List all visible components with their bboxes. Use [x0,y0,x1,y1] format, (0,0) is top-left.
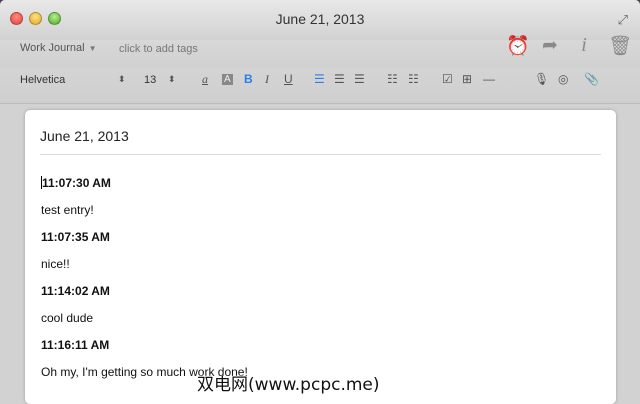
font-stepper-icon[interactable]: ⬍ [118,74,126,85]
align-left-icon[interactable]: ☰ [314,72,325,86]
entry-time-4: 11:16:11 AM [41,338,110,352]
info-icon[interactable]: i [574,34,594,58]
camera-icon[interactable]: ◎ [558,72,568,86]
page-title: June 21, 2013 [40,128,129,144]
font-size-select[interactable]: 13 [144,74,156,86]
table-icon[interactable]: ⊞ [462,72,472,86]
action-toolbar: ⏰ ➦ i 🗑 [506,34,632,58]
bold-icon[interactable]: B [244,72,253,86]
journal-page[interactable]: June 21, 2013 11:07:30 AM test entry! 11… [25,110,616,404]
journal-name: Work Journal [20,42,85,54]
tag-bar: Work Journal ▼ click to add tags ⏰ ➦ i 🗑 [0,34,640,68]
text-color-icon[interactable]: a [202,72,208,87]
entry-time-3: 11:14:02 AM [41,284,110,298]
font-family-select[interactable]: Helvetica [20,74,65,86]
numbered-list-icon[interactable]: ☷ [408,72,419,86]
entry-list[interactable]: 11:07:30 AM test entry! 11:07:35 AM nice… [41,176,601,392]
entry-time-1: 11:07:30 AM [41,176,601,203]
size-stepper-icon[interactable]: ⬍ [168,74,176,85]
entry-time-text: 11:07:30 AM [42,176,111,190]
entry-text-3[interactable]: cool dude [41,311,601,338]
entry-time-2: 11:07:35 AM [41,230,110,244]
fullscreen-icon[interactable]: ⤢ [618,12,628,28]
share-icon[interactable]: ➦ [540,34,560,58]
paperclip-icon[interactable]: 📎 [584,72,599,86]
chevron-down-icon: ▼ [88,44,97,53]
highlight-icon[interactable]: A [222,74,233,85]
entry-text-2[interactable]: nice!! [41,257,601,284]
horizontal-rule-icon[interactable]: — [483,72,495,86]
entry-text-1[interactable]: test entry! [41,203,601,230]
title-divider [40,154,601,155]
bullet-list-icon[interactable]: ☷ [387,72,398,86]
tags-input[interactable]: click to add tags [119,43,198,55]
window-title: June 21, 2013 [275,11,365,27]
microphone-icon[interactable]: 🎙 [534,72,549,86]
app-window: June 21, 2013 ⤢ Work Journal ▼ click to a… [0,0,640,404]
italic-icon[interactable]: I [265,72,269,87]
format-toolbar: Helvetica ⬍ 13 ⬍ a A B I U ☰ ☰ ☰ ☷ ☷ ☑ ⊞… [0,68,640,104]
watermark: 双电网(www.pcpc.me) [197,375,380,395]
align-center-icon[interactable]: ☰ [334,72,345,86]
trash-icon[interactable]: 🗑 [608,34,632,58]
journal-selector[interactable]: Work Journal ▼ [20,42,97,54]
checkbox-icon[interactable]: ☑ [442,72,453,86]
alarm-icon[interactable]: ⏰ [506,34,530,58]
align-right-icon[interactable]: ☰ [354,72,365,86]
editor-area: June 21, 2013 11:07:30 AM test entry! 11… [0,104,640,404]
underline-icon[interactable]: U [284,72,293,86]
